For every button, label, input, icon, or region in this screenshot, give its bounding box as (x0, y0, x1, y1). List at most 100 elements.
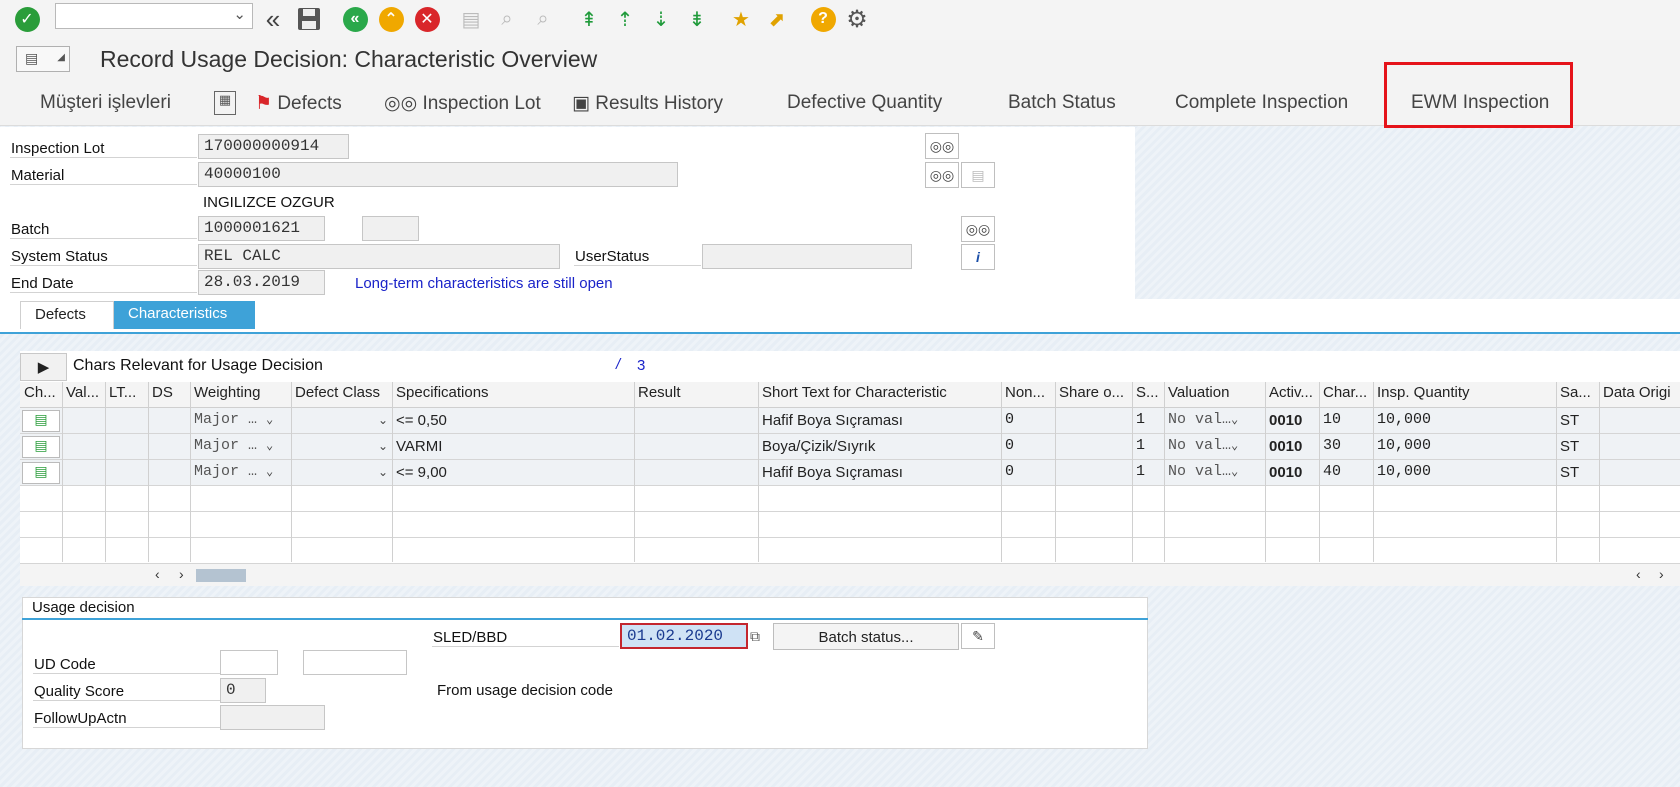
batch-status-action-button[interactable]: Batch status... (773, 623, 959, 650)
col-header[interactable]: Non... (1003, 384, 1055, 408)
chevron-down-icon: ⌄ (1231, 465, 1239, 479)
col-header[interactable]: Insp. Quantity (1375, 384, 1555, 408)
col-header[interactable]: Data Origi (1601, 384, 1679, 408)
scroll-right-icon[interactable]: › (1659, 566, 1664, 582)
print-icon[interactable]: ▤ (456, 4, 486, 34)
sled-field[interactable]: 01.02.2020 (620, 623, 748, 649)
batch-extra-field[interactable] (362, 216, 419, 241)
scroll-left-icon[interactable]: ‹ (155, 566, 160, 582)
next-page-icon[interactable]: ⇣ (646, 4, 676, 34)
system-status-label: System Status (11, 248, 108, 265)
weighting-select[interactable]: Major … ⌄ (192, 409, 288, 434)
previous-page-icon[interactable]: ⇡ (610, 4, 640, 34)
s-cell: 1 (1136, 411, 1146, 428)
chevron-down-icon[interactable]: ⌄ (233, 5, 246, 23)
col-divider (1265, 382, 1266, 562)
inspection-lot-button[interactable]: ◎◎ Inspection Lot (384, 92, 541, 115)
material-docs-icon[interactable]: ▤ (961, 162, 995, 188)
batch-field[interactable]: 1000001621 (198, 216, 325, 241)
help-icon[interactable]: ? (808, 4, 838, 34)
tab-defects[interactable]: Defects (20, 301, 114, 329)
col-header[interactable]: Valuation (1166, 384, 1264, 408)
horizontal-scrollbar[interactable] (20, 564, 1680, 586)
status-message: Long-term characteristics are still open (355, 275, 613, 292)
shortcut-icon[interactable]: ⬈ (762, 4, 792, 34)
display-material-glasses-icon[interactable]: ◎◎ (925, 162, 959, 188)
valuation-value: No val… (1168, 437, 1232, 454)
col-header[interactable]: Sa... (1558, 384, 1598, 408)
system-menu-button[interactable]: ▤ ◢ (16, 46, 70, 72)
scroll-right-icon[interactable]: › (179, 566, 184, 582)
row-detail-icon[interactable]: ▤ (22, 462, 60, 484)
row-detail-icon[interactable]: ▤ (22, 410, 60, 432)
scroll-left-icon[interactable]: ‹ (1636, 566, 1641, 582)
musteri-islevleri-button[interactable]: Müşteri işlevleri (40, 92, 171, 114)
inspection-lot-field[interactable]: 170000000914 (198, 134, 349, 159)
col-header[interactable]: Char... (1321, 384, 1373, 408)
defects-button[interactable]: ⚑ Defects (255, 92, 342, 115)
exit-icon[interactable]: ⌃ (376, 4, 406, 34)
batch-status-button[interactable]: Batch Status (1008, 92, 1116, 114)
find-icon[interactable]: ⌕ (492, 4, 522, 34)
first-page-icon[interactable]: ⇞ (574, 4, 604, 34)
expand-toolbar-icon[interactable]: ▶ (20, 353, 67, 381)
defect-class-select[interactable]: ⌄ (293, 461, 390, 486)
col-header[interactable]: Ch... (22, 384, 60, 408)
defective-quantity-button[interactable]: Defective Quantity (787, 92, 942, 114)
end-date-field[interactable]: 28.03.2019 (198, 270, 325, 295)
valuation-select[interactable]: No val…⌄ (1166, 409, 1263, 434)
save-icon[interactable] (294, 4, 324, 34)
user-status-field[interactable] (702, 244, 912, 269)
command-field[interactable]: ⌄ (55, 3, 253, 29)
followup-field[interactable] (220, 705, 325, 730)
back-icon[interactable]: « (340, 4, 370, 34)
weighting-select[interactable]: Major … ⌄ (192, 435, 288, 460)
col-header[interactable]: Activ... (1267, 384, 1319, 408)
find-next-icon[interactable]: ⌕ (528, 4, 558, 34)
col-header[interactable]: Val... (64, 384, 104, 408)
col-header[interactable]: S... (1134, 384, 1164, 408)
char-cell: 10 (1323, 411, 1342, 428)
col-header[interactable]: LT... (107, 384, 147, 408)
tab-characteristics[interactable]: Characteristics (114, 301, 255, 329)
results-history-button[interactable]: ▣ Results History (572, 92, 723, 115)
weighting-value: Major … (194, 463, 258, 480)
system-status-field[interactable]: REL CALC (198, 244, 560, 269)
last-page-icon[interactable]: ⇟ (682, 4, 712, 34)
defect-class-select[interactable]: ⌄ (293, 435, 390, 460)
col-header[interactable]: Specifications (394, 384, 634, 408)
col-header[interactable]: Share o... (1057, 384, 1132, 408)
material-field[interactable]: 40000100 (198, 162, 678, 187)
scroll-thumb[interactable] (196, 569, 246, 582)
quality-score-field[interactable]: 0 (220, 678, 266, 703)
display-batch-glasses-icon[interactable]: ◎◎ (961, 216, 995, 242)
col-header[interactable]: Result (636, 384, 756, 408)
info-icon[interactable]: i (961, 244, 995, 270)
weighting-select[interactable]: Major … ⌄ (192, 461, 288, 486)
enter-icon[interactable]: ✓ (12, 4, 42, 34)
valuation-select[interactable]: No val…⌄ (1166, 461, 1263, 486)
cancel-icon[interactable]: ✕ (412, 4, 442, 34)
settings-icon[interactable]: ⚙ (842, 4, 872, 34)
display-lot-glasses-icon[interactable]: ◎◎ (925, 133, 959, 159)
highlight-box (1384, 62, 1573, 128)
valuation-select[interactable]: No val…⌄ (1166, 435, 1263, 460)
col-header[interactable]: Weighting (192, 384, 290, 408)
chevron-down-icon: ⌄ (266, 413, 274, 427)
row-detail-icon[interactable]: ▤ (22, 436, 60, 458)
create-session-icon[interactable]: ★ (726, 4, 756, 34)
ud-code-field[interactable] (220, 650, 278, 675)
calculator-icon[interactable]: ▦ (214, 91, 236, 115)
monitor-icon: ▣ (572, 93, 590, 114)
col-header[interactable]: Defect Class (293, 384, 393, 408)
back-nav-icon[interactable]: « (258, 4, 288, 34)
defect-class-select[interactable]: ⌄ (293, 409, 390, 434)
col-header[interactable]: Short Text for Characteristic (760, 384, 1000, 408)
col-divider (1319, 382, 1320, 562)
complete-inspection-button[interactable]: Complete Inspection (1175, 92, 1348, 114)
ud-code-text-field[interactable] (303, 650, 407, 675)
copy-icon[interactable]: ⧉ (750, 628, 760, 645)
edit-note-icon[interactable]: ✎ (961, 623, 995, 649)
col-header[interactable]: DS (150, 384, 190, 408)
char-cell: 30 (1323, 437, 1342, 454)
